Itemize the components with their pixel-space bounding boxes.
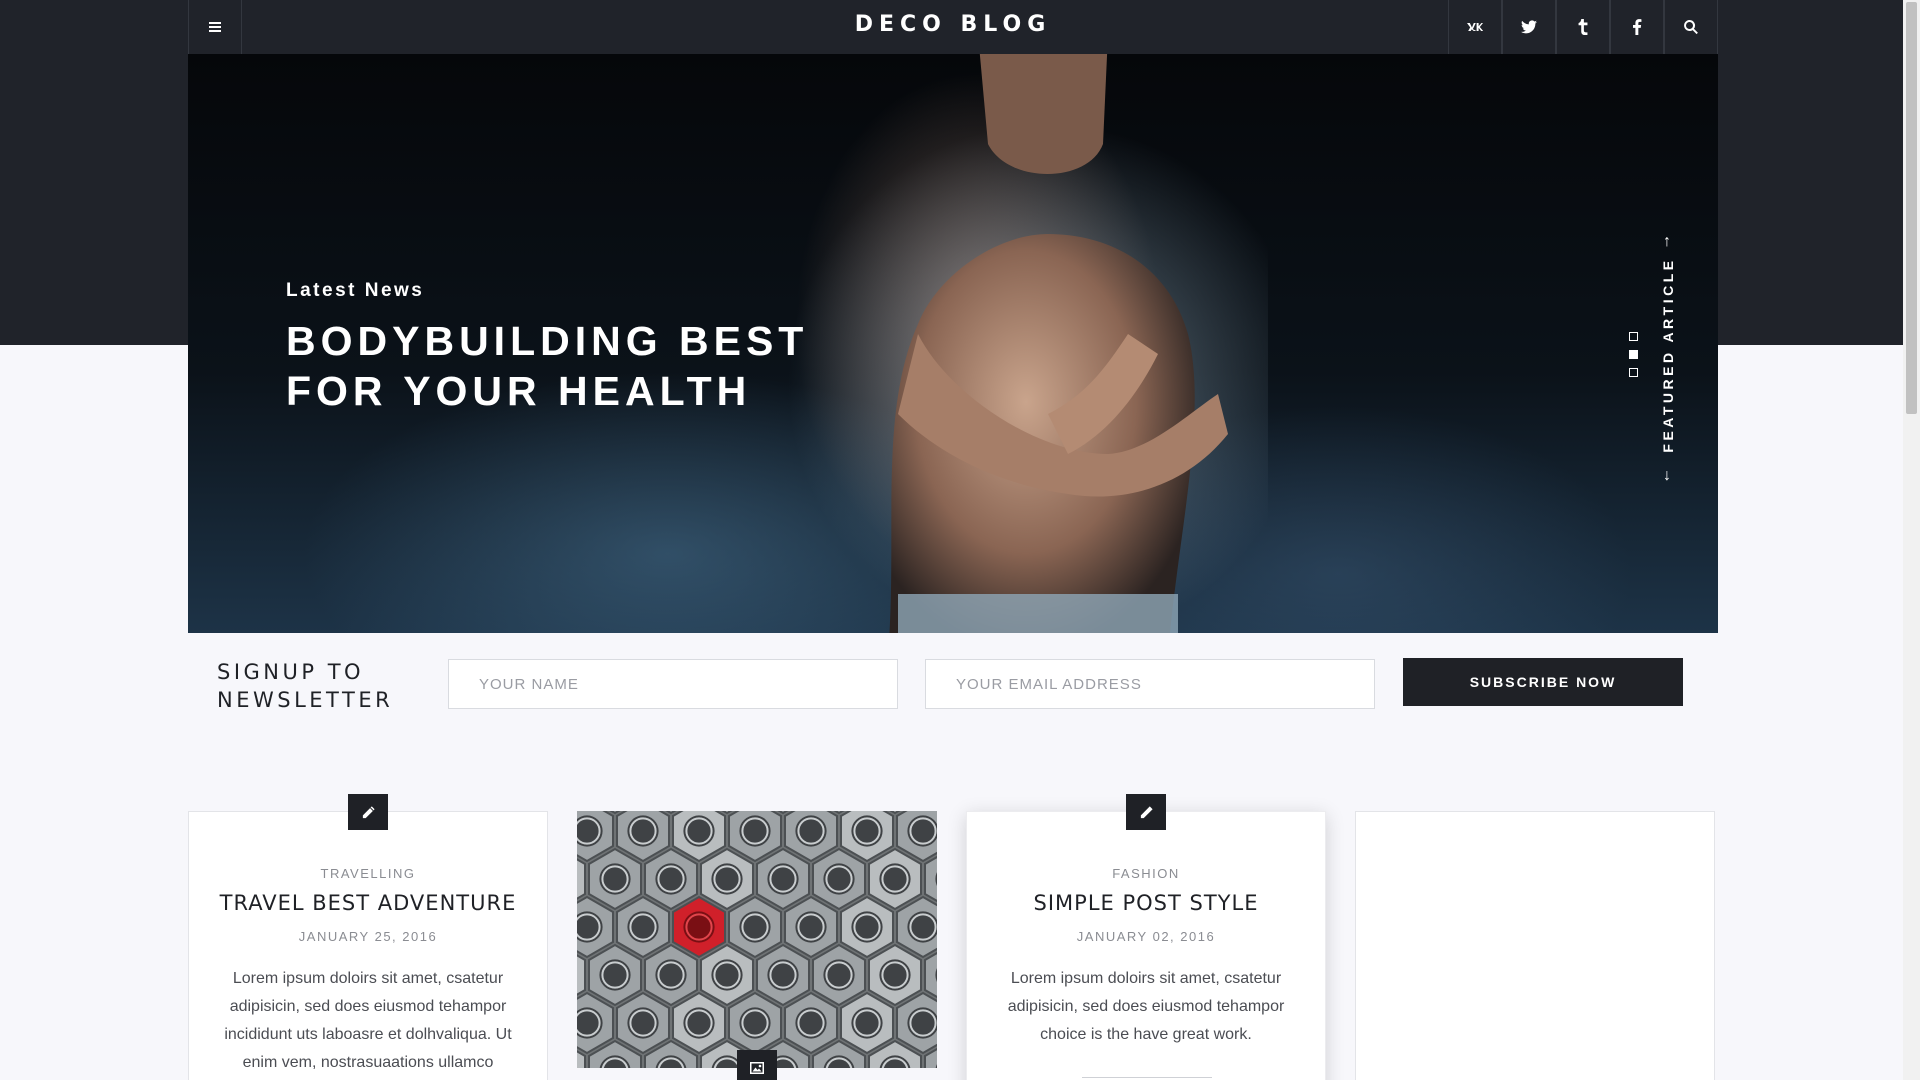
steel-nut <box>840 991 894 1055</box>
steel-nut <box>812 847 866 911</box>
post-title[interactable]: TRAVEL BEST ADVENTURE <box>189 891 547 915</box>
steel-nut <box>616 895 670 959</box>
pencil-icon <box>1140 805 1153 818</box>
featured-hero-slider[interactable]: Latest News BODYBUILDING BEST FOR YOUR H… <box>188 54 1718 633</box>
post-excerpt: Lorem ipsum doloirs sit amet, csatetur a… <box>224 970 512 1071</box>
newsletter-title: SIGNUP TO NEWSLETTER <box>217 658 393 714</box>
post-card-travel: TRAVELLING TRAVEL BEST ADVENTURE JANUARY… <box>188 794 548 1080</box>
steel-nut <box>756 943 810 1007</box>
slider-dot-3[interactable] <box>1629 368 1638 377</box>
tumblr-icon <box>1578 19 1588 35</box>
menu-button[interactable] <box>188 0 242 54</box>
tumblr-button[interactable] <box>1556 0 1610 54</box>
newsletter-title-line-2: NEWSLETTER <box>217 688 394 712</box>
steel-nut <box>577 895 614 959</box>
search-button[interactable] <box>1664 0 1718 54</box>
steel-nut <box>700 847 754 911</box>
hero-title-line-1: BODYBUILDING BEST <box>286 318 809 364</box>
post-date: JANUARY 02, 2016 <box>1076 929 1216 944</box>
facebook-icon <box>1633 19 1642 35</box>
steel-nut <box>896 895 937 959</box>
post-category[interactable]: TRAVELLING <box>189 866 547 881</box>
page-scrollbar[interactable] <box>1903 0 1920 1080</box>
search-icon <box>1684 20 1698 35</box>
post-title[interactable]: SIMPLE POST STYLE <box>967 891 1325 915</box>
steel-nut <box>644 847 698 911</box>
red-nut <box>672 895 726 959</box>
steel-nut <box>784 895 838 959</box>
vk-button[interactable] <box>1448 0 1502 54</box>
steel-nut <box>700 943 754 1007</box>
arrow-down-icon[interactable]: ↓ <box>1663 468 1671 484</box>
hero-title[interactable]: BODYBUILDING BEST FOR YOUR HEALTH <box>286 316 808 416</box>
newsletter-signup: SIGNUP TO NEWSLETTER SUBSCRIBE NOW <box>188 650 1718 722</box>
steel-nut <box>672 991 726 1055</box>
post-card-empty <box>1355 811 1715 1080</box>
site-logo[interactable]: DECO BLOG <box>855 12 1052 37</box>
steel-nut <box>616 991 670 1055</box>
steel-nut <box>896 991 937 1055</box>
steel-nut <box>728 991 782 1055</box>
slider-dots <box>1629 332 1639 386</box>
arrow-up-icon[interactable]: ↑ <box>1663 234 1671 250</box>
read-more-divider <box>1082 1077 1212 1078</box>
post-format-badge <box>1126 794 1166 830</box>
steel-nut <box>588 943 642 1007</box>
hero-bodybuilder-image <box>788 54 1268 633</box>
scrollbar-thumb[interactable] <box>1906 2 1917 414</box>
hero-title-line-2: FOR YOUR HEALTH <box>286 368 752 414</box>
image-icon <box>750 1062 764 1074</box>
vk-icon <box>1467 23 1483 31</box>
featured-article-nav: ↑ FEATURED ARTICLE ↓ <box>1658 234 1682 484</box>
steel-nut <box>868 943 922 1007</box>
site-header: DECO BLOG <box>188 0 1718 54</box>
slider-dot-2[interactable] <box>1629 350 1638 359</box>
post-format-badge-image <box>737 1050 777 1080</box>
newsletter-title-line-1: SIGNUP TO <box>217 660 365 684</box>
post-format-badge <box>348 794 388 830</box>
steel-nut <box>644 943 698 1007</box>
post-category[interactable]: FASHION <box>967 866 1325 881</box>
post-card-fashion: FASHION SIMPLE POST STYLE JANUARY 02, 20… <box>966 794 1326 1080</box>
hex-nuts-image <box>577 811 937 1068</box>
post-card-image[interactable] <box>577 811 937 1068</box>
email-input[interactable] <box>925 659 1375 709</box>
steel-nut <box>812 943 866 1007</box>
steel-nut <box>756 847 810 911</box>
featured-article-label: FEATURED ARTICLE <box>1660 257 1676 453</box>
twitter-button[interactable] <box>1502 0 1556 54</box>
steel-nut <box>728 895 782 959</box>
steel-nut <box>577 991 614 1055</box>
subscribe-button[interactable]: SUBSCRIBE NOW <box>1403 658 1683 706</box>
facebook-button[interactable] <box>1610 0 1664 54</box>
steel-nut <box>784 991 838 1055</box>
slider-dot-1[interactable] <box>1629 332 1638 341</box>
post-excerpt: Lorem ipsum doloirs sit amet, csatetur a… <box>1007 970 1285 1043</box>
hero-kicker: Latest News <box>286 280 425 301</box>
steel-nut <box>840 895 894 959</box>
twitter-icon <box>1521 20 1537 34</box>
post-date: JANUARY 25, 2016 <box>298 929 438 944</box>
steel-nut <box>588 847 642 911</box>
steel-nut <box>868 847 922 911</box>
pencil-icon <box>362 805 375 818</box>
hamburger-menu-icon <box>209 22 221 32</box>
name-input[interactable] <box>448 659 898 709</box>
